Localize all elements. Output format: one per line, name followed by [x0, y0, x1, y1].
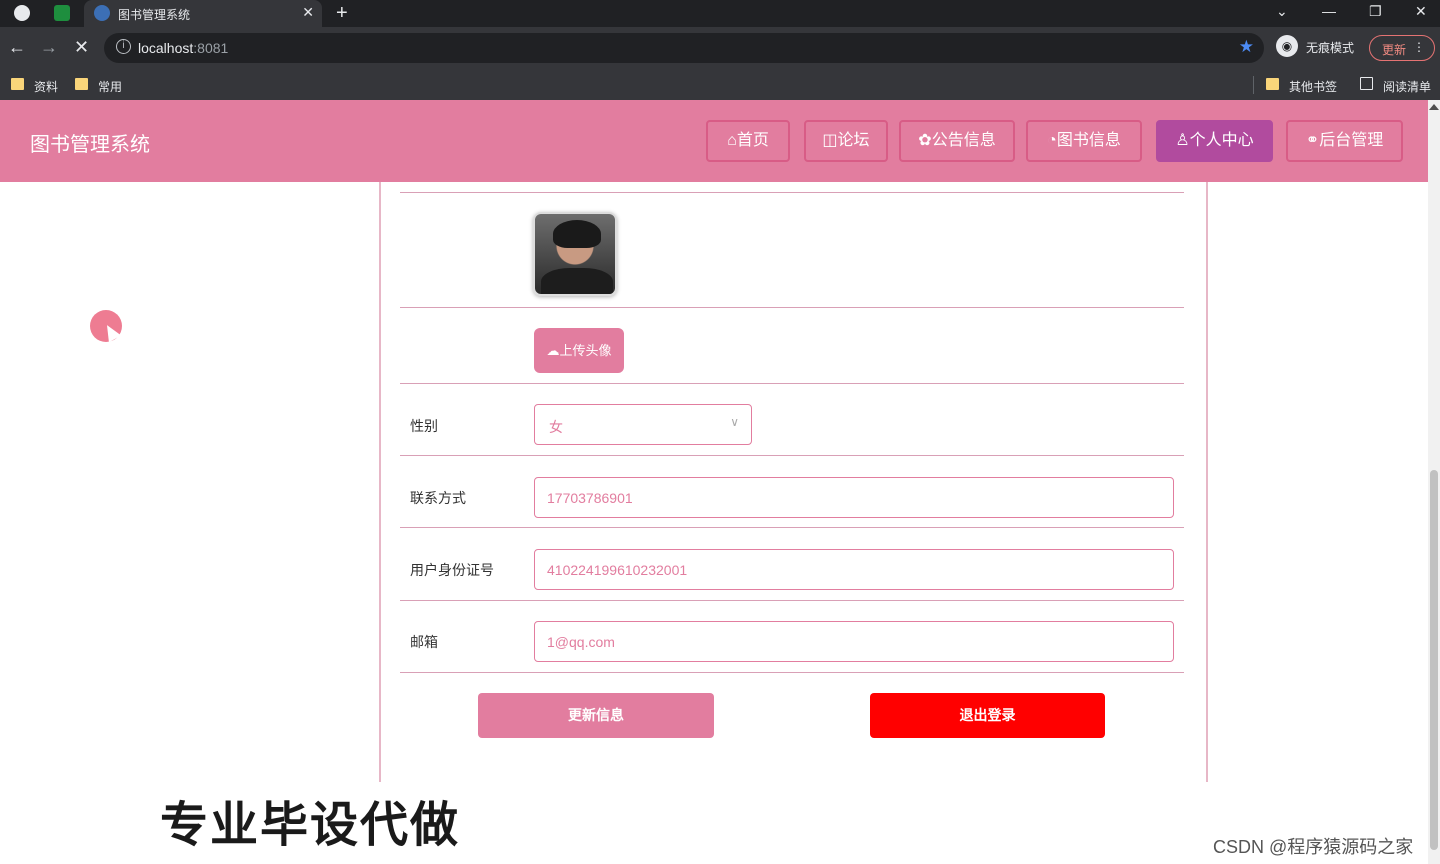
update-info-button[interactable]: 更新信息	[478, 693, 714, 738]
avatar	[533, 212, 617, 296]
back-icon[interactable]: ←	[8, 37, 26, 58]
close-tab-icon[interactable]: ✕	[302, 4, 314, 21]
update-button[interactable]: 更新 ⋮	[1369, 35, 1435, 61]
spreadsheet-tab-icon[interactable]	[54, 5, 70, 21]
browser-toolbar: ← → ✕ i localhost:8081 ★ ◉ 无痕模式 更新 ⋮	[0, 27, 1440, 70]
email-value: 1@qq.com	[547, 634, 615, 650]
more-menu-icon[interactable]: ⋮	[1413, 40, 1425, 54]
nav-books[interactable]: ◔图书信息	[1026, 120, 1142, 162]
stop-loading-icon[interactable]: ✕	[74, 37, 89, 58]
divider	[400, 192, 1184, 193]
incognito-label: 无痕模式	[1306, 41, 1355, 55]
close-window-icon[interactable]: ✕	[1415, 3, 1427, 20]
email-field[interactable]: 1@qq.com	[534, 621, 1174, 662]
bookmarks-separator	[1253, 76, 1254, 94]
tab-search-icon[interactable]: ⌄	[1276, 3, 1288, 20]
logout-button[interactable]: 退出登录	[870, 693, 1105, 738]
promo-watermark: 专业毕设代做	[160, 799, 461, 852]
reading-list-icon	[1360, 77, 1373, 90]
bookmark-star-icon[interactable]: ★	[1239, 37, 1254, 57]
phone-field[interactable]: 17703786901	[534, 477, 1174, 518]
incognito-icon: ◉	[1276, 35, 1298, 57]
scroll-thumb[interactable]	[1430, 470, 1438, 850]
bookmarks-bar: 资料 常用 其他书签 阅读清单	[0, 70, 1440, 100]
new-tab-button[interactable]: +	[336, 2, 348, 25]
divider	[400, 307, 1184, 308]
bookmark-label: 资料	[34, 80, 59, 94]
divider	[400, 383, 1184, 384]
active-tab[interactable]: 图书管理系统 ✕	[84, 0, 322, 27]
site-title: 图书管理系统	[30, 134, 150, 156]
upload-avatar-button[interactable]: ☁上传头像	[534, 328, 624, 373]
folder-icon	[75, 78, 88, 90]
browser-menu-icon[interactable]	[14, 5, 30, 21]
phone-label: 联系方式	[410, 490, 466, 506]
nav-forum[interactable]: ◫论坛	[804, 120, 888, 162]
site-header: 图书管理系统 ⌂首页 ◫论坛 ✿公告信息 ◔图书信息 ♙个人中心 ⚭后台管理	[0, 100, 1428, 182]
restore-icon[interactable]: ❐	[1369, 3, 1382, 20]
gender-label: 性别	[410, 418, 438, 434]
gender-select[interactable]: 女 ∨	[534, 404, 752, 445]
id-number-field[interactable]: 410224199610232001	[534, 549, 1174, 590]
divider	[400, 600, 1184, 601]
gender-value: 女	[549, 419, 563, 435]
chevron-down-icon: ∨	[730, 415, 739, 429]
url-text[interactable]: localhost:8081	[138, 40, 228, 56]
nav-admin[interactable]: ⚭后台管理	[1286, 120, 1403, 162]
id-number-label: 用户身份证号	[410, 562, 494, 578]
page-scrollbar[interactable]	[1428, 100, 1440, 864]
nav-announcements[interactable]: ✿公告信息	[899, 120, 1015, 162]
update-label: 更新	[1382, 43, 1407, 57]
folder-icon	[11, 78, 24, 90]
divider	[400, 672, 1184, 673]
tab-title: 图书管理系统	[118, 8, 191, 22]
csdn-watermark: CSDN @程序猿源码之家	[1213, 837, 1414, 857]
email-label: 邮箱	[410, 634, 438, 650]
scroll-up-icon[interactable]	[1429, 104, 1439, 110]
browser-tab-bar: 图书管理系统 ✕ + ⌄ — ❐ ✕	[0, 0, 1440, 27]
phone-value: 17703786901	[547, 490, 633, 506]
nav-personal-center[interactable]: ♙个人中心	[1156, 120, 1273, 162]
id-number-value: 410224199610232001	[547, 562, 688, 578]
nav-home[interactable]: ⌂首页	[706, 120, 790, 162]
folder-icon	[1266, 78, 1279, 90]
divider	[400, 527, 1184, 528]
address-bar[interactable]: i localhost:8081 ★	[104, 33, 1264, 63]
page-viewport: 图书管理系统 ⌂首页 ◫论坛 ✿公告信息 ◔图书信息 ♙个人中心 ⚭后台管理 ☁…	[0, 100, 1428, 864]
bookmark-label: 常用	[98, 80, 123, 94]
vue-favicon-icon	[94, 5, 110, 21]
site-info-icon[interactable]: i	[116, 39, 131, 54]
minimize-icon[interactable]: —	[1322, 3, 1336, 19]
divider	[400, 455, 1184, 456]
bookmark-label: 其他书签	[1289, 80, 1338, 94]
cloud-upload-icon: ☁	[546, 343, 560, 358]
bookmark-label: 阅读清单	[1383, 80, 1432, 94]
forward-icon[interactable]: →	[40, 37, 58, 58]
